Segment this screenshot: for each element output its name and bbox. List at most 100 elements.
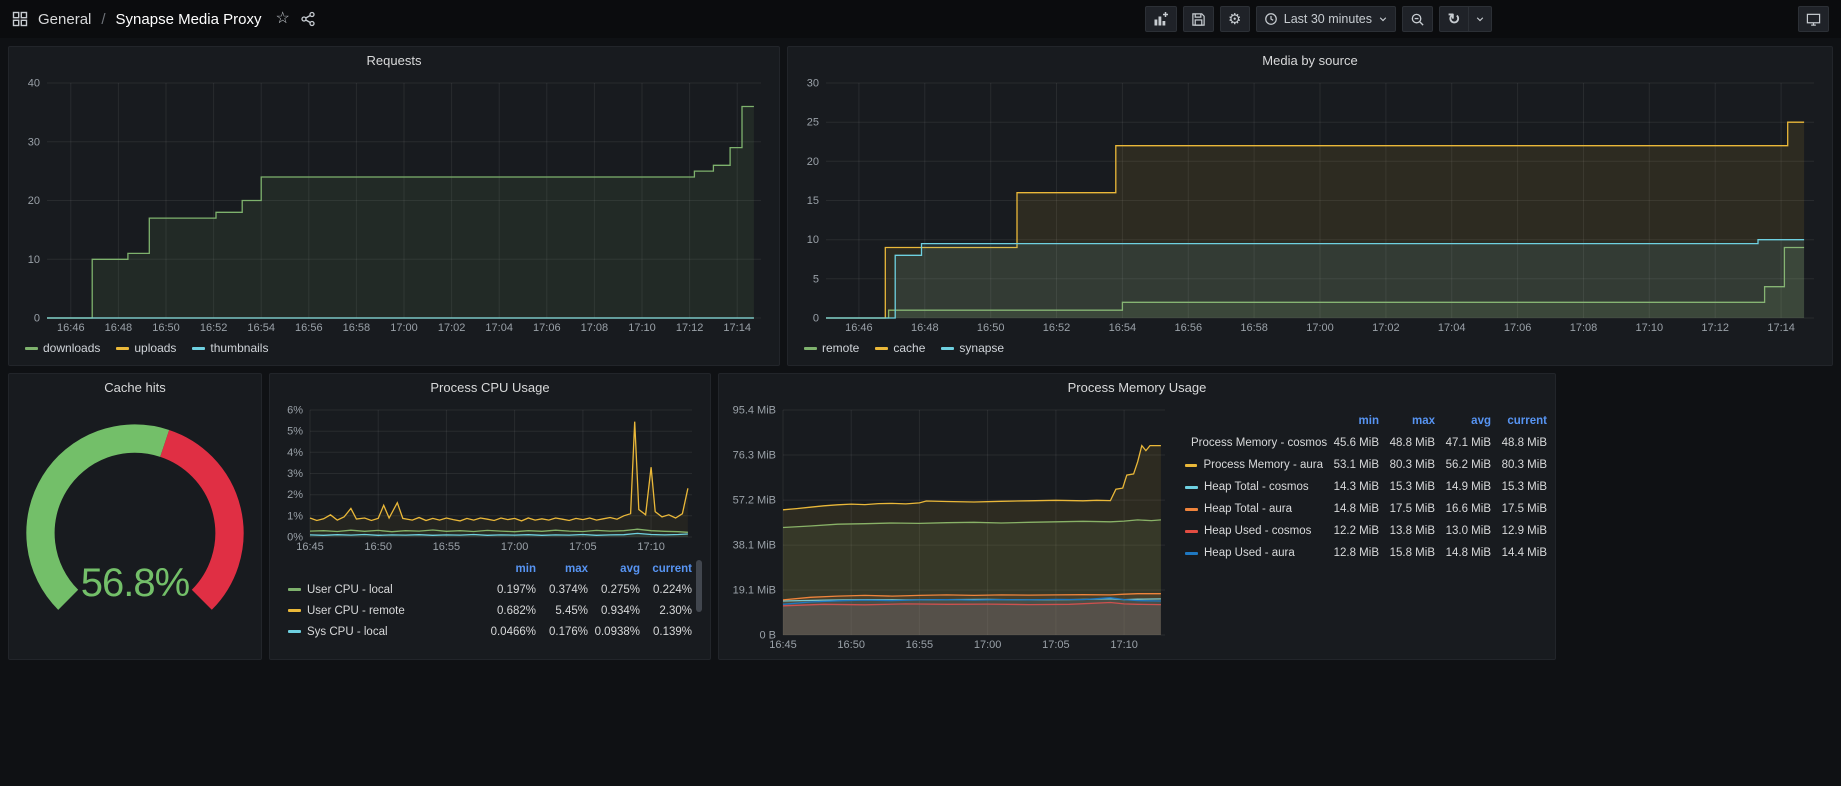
series-color-swatch [288, 588, 301, 591]
memory-chart[interactable]: 0 B19.1 MiB38.1 MiB57.2 MiB76.3 MiB95.4 … [727, 402, 1175, 652]
legend-row: Heap Total - aura14.8 MiB17.5 MiB16.6 Mi… [1175, 498, 1547, 520]
top-nav: General / Synapse Media Proxy ☆ ⚙ Last 3… [0, 0, 1841, 38]
legend-item-thumbnails[interactable]: thumbnails [192, 341, 268, 355]
legend-row: Process Memory - aura53.1 MiB80.3 MiB56.… [1175, 454, 1547, 476]
dashboard-row-1: Requests 01020304016:4616:4816:5016:5216… [8, 46, 1833, 366]
series-label[interactable]: Sys CPU - local [307, 626, 388, 638]
series-label: thumbnails [210, 341, 268, 355]
panel-title-cpu[interactable]: Process CPU Usage [278, 374, 702, 402]
refresh-button[interactable]: ↻ [1439, 6, 1469, 32]
legend-value: 15.3 MiB [1491, 481, 1547, 493]
legend-item-synapse[interactable]: synapse [941, 341, 1004, 355]
dashboard-settings-button[interactable]: ⚙ [1220, 6, 1250, 32]
panel-title-requests[interactable]: Requests [17, 47, 771, 75]
dashboard-title[interactable]: Synapse Media Proxy [116, 11, 262, 28]
legend-item-remote[interactable]: remote [804, 341, 859, 355]
legend-value: 53.1 MiB [1323, 459, 1379, 471]
legend-value: 12.9 MiB [1491, 525, 1547, 537]
legend-value: 0.934% [588, 605, 640, 617]
svg-text:17:00: 17:00 [501, 541, 529, 553]
legend-value: 14.3 MiB [1323, 481, 1379, 493]
svg-text:16:58: 16:58 [1240, 322, 1268, 334]
refresh-interval-caret[interactable] [1468, 6, 1492, 32]
star-icon[interactable]: ☆ [275, 11, 289, 27]
series-label[interactable]: User CPU - remote [307, 605, 405, 617]
panel-title-cache-hits[interactable]: Cache hits [17, 374, 253, 402]
legend-value: 0.374% [536, 584, 588, 596]
legend-value: 14.8 MiB [1323, 503, 1379, 515]
legend-sort-max[interactable]: max [1379, 415, 1435, 427]
legend-row: Heap Used - aura12.8 MiB15.8 MiB14.8 MiB… [1175, 542, 1547, 564]
legend-sort-min[interactable]: min [1323, 415, 1379, 427]
media-chart[interactable]: 05101520253016:4616:4816:5016:5216:5416:… [796, 75, 1824, 335]
dashboards-grid-icon[interactable] [12, 11, 28, 27]
legend-scrollbar-thumb[interactable] [696, 560, 702, 612]
share-icon[interactable] [300, 11, 316, 27]
series-color-swatch [1185, 530, 1198, 533]
series-label: remote [822, 341, 859, 355]
legend-value: 48.8 MiB [1491, 437, 1547, 449]
series-label[interactable]: Heap Used - cosmos [1204, 525, 1311, 537]
legend-sort-current[interactable]: current [1491, 415, 1547, 427]
series-color-swatch [25, 347, 38, 350]
requests-chart[interactable]: 01020304016:4616:4816:5016:5216:5416:561… [17, 75, 771, 335]
legend-scrollbar[interactable] [695, 558, 702, 654]
panel-title-memory[interactable]: Process Memory Usage [727, 374, 1547, 402]
svg-text:30: 30 [807, 78, 819, 90]
legend-header-row: minmaxavgcurrent [1175, 410, 1547, 432]
series-label[interactable]: Process Memory - cosmos [1191, 437, 1327, 449]
requests-legend: downloads uploads thumbnails [17, 335, 771, 361]
legend-value: 13.0 MiB [1435, 525, 1491, 537]
series-label[interactable]: Process Memory - aura [1203, 459, 1323, 471]
svg-text:16:54: 16:54 [1109, 322, 1137, 334]
svg-text:16:45: 16:45 [769, 639, 797, 651]
cpu-legend: minmaxavgcurrentUser CPU - local0.197%0.… [278, 558, 702, 642]
legend-sort-avg[interactable]: avg [1435, 415, 1491, 427]
svg-text:17:02: 17:02 [1372, 322, 1400, 334]
legend-value: 0.0938% [588, 626, 640, 638]
series-label[interactable]: Heap Total - cosmos [1204, 481, 1309, 493]
series-label[interactable]: Heap Total - aura [1204, 503, 1292, 515]
floppy-icon [1191, 12, 1206, 27]
svg-text:16:52: 16:52 [1043, 322, 1071, 334]
legend-item-cache[interactable]: cache [875, 341, 925, 355]
chevron-down-icon [1475, 14, 1485, 24]
dashboard-row-2: Cache hits 56.8% Process CPU Usage 0%1%2… [8, 373, 1833, 660]
legend-value: 80.3 MiB [1379, 459, 1435, 471]
series-label: cache [893, 341, 925, 355]
svg-text:16:50: 16:50 [364, 541, 392, 553]
legend-sort-avg[interactable]: avg [588, 563, 640, 575]
svg-text:16:46: 16:46 [57, 322, 85, 334]
legend-sort-max[interactable]: max [536, 563, 588, 575]
panel-title-media[interactable]: Media by source [796, 47, 1824, 75]
series-color-swatch [941, 347, 954, 350]
series-label[interactable]: User CPU - local [307, 584, 393, 596]
dashboard-canvas: Requests 01020304016:4616:4816:5016:5216… [0, 38, 1841, 668]
memory-panel-body: 0 B19.1 MiB38.1 MiB57.2 MiB76.3 MiB95.4 … [727, 402, 1547, 652]
svg-text:17:04: 17:04 [485, 322, 513, 334]
legend-value: 12.8 MiB [1323, 547, 1379, 559]
svg-text:16:50: 16:50 [837, 639, 865, 651]
svg-text:10: 10 [28, 254, 40, 266]
series-label: uploads [134, 341, 176, 355]
legend-sort-min[interactable]: min [484, 563, 536, 575]
legend-value: 14.9 MiB [1435, 481, 1491, 493]
cpu-chart[interactable]: 0%1%2%3%4%5%6%16:4516:5016:5517:0017:051… [278, 402, 702, 554]
time-range-picker[interactable]: Last 30 minutes [1256, 6, 1396, 32]
breadcrumb-folder[interactable]: General [38, 11, 91, 28]
legend-sort-current[interactable]: current [640, 563, 692, 575]
legend-item-downloads[interactable]: downloads [25, 341, 100, 355]
refresh-icon: ↻ [1448, 12, 1461, 27]
cycle-view-button[interactable] [1798, 6, 1829, 32]
add-panel-button[interactable] [1145, 6, 1177, 32]
media-legend: remote cache synapse [796, 335, 1824, 361]
save-dashboard-button[interactable] [1183, 6, 1214, 32]
svg-text:17:05: 17:05 [569, 541, 597, 553]
legend-value: 0.0466% [484, 626, 536, 638]
legend-item-uploads[interactable]: uploads [116, 341, 176, 355]
panel-requests: Requests 01020304016:4616:4816:5016:5216… [8, 46, 780, 366]
svg-text:16:56: 16:56 [1175, 322, 1203, 334]
svg-text:57.2 MiB: 57.2 MiB [733, 495, 776, 507]
series-label[interactable]: Heap Used - aura [1204, 547, 1295, 559]
zoom-out-time-button[interactable] [1402, 6, 1433, 32]
